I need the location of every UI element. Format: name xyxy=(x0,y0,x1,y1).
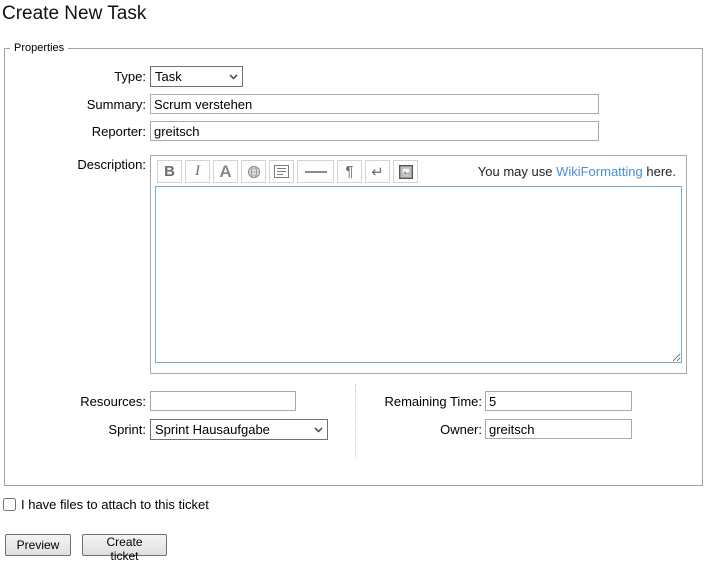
attach-files-checkbox[interactable] xyxy=(3,498,16,511)
sprint-row: Sprint: Sprint Hausaufgabe xyxy=(5,419,355,440)
reporter-row: Reporter: xyxy=(5,121,702,141)
wikiformatting-link[interactable]: WikiFormatting xyxy=(556,164,643,179)
type-label: Type: xyxy=(5,69,146,84)
wiki-hint: You may use WikiFormatting here. xyxy=(478,164,680,179)
properties-columns: Resources: Sprint: Sprint Hausaufgabe Re… xyxy=(5,384,702,458)
sprint-select[interactable]: Sprint Hausaufgabe xyxy=(150,419,328,440)
line-break-button[interactable]: ↵ xyxy=(365,160,390,183)
sprint-select-value: Sprint Hausaufgabe xyxy=(155,422,310,437)
properties-fieldset: Properties Type: Task Summary: Reporter:… xyxy=(4,42,703,486)
description-row: Description: B I A xyxy=(5,155,702,374)
owner-label: Owner: xyxy=(356,422,482,437)
reporter-input[interactable] xyxy=(150,121,599,141)
wiki-hint-suffix: here. xyxy=(643,164,676,179)
link-globe-icon xyxy=(247,165,261,179)
create-ticket-button[interactable]: Create ticket xyxy=(82,534,167,556)
image-icon xyxy=(399,165,413,179)
summary-input[interactable] xyxy=(150,94,599,114)
properties-legend: Properties xyxy=(10,42,68,54)
remaining-time-label: Remaining Time: xyxy=(356,394,482,409)
properties-column-left: Resources: Sprint: Sprint Hausaufgabe xyxy=(5,384,356,458)
preview-button[interactable]: Preview xyxy=(5,534,71,556)
text-block-button[interactable] xyxy=(269,160,294,183)
chevron-down-icon xyxy=(314,427,323,433)
attach-files-label: I have files to attach to this ticket xyxy=(21,497,209,512)
paragraph-button[interactable]: ¶ xyxy=(337,160,362,183)
bold-icon: B xyxy=(164,163,175,180)
bold-button[interactable]: B xyxy=(157,160,182,183)
description-textarea[interactable] xyxy=(155,186,682,363)
wiki-hint-prefix: You may use xyxy=(478,164,556,179)
sprint-label: Sprint: xyxy=(5,422,146,437)
font-size-button[interactable]: A xyxy=(213,160,238,183)
summary-row: Summary: xyxy=(5,94,702,114)
page-title: Create New Task xyxy=(2,3,708,25)
attachment-row: I have files to attach to this ticket xyxy=(3,497,708,512)
type-select-value: Task xyxy=(155,69,225,84)
editor-toolbar: B I A xyxy=(155,159,682,186)
type-row: Type: Task xyxy=(5,66,702,87)
line-break-icon: ↵ xyxy=(371,163,384,181)
description-editor: B I A xyxy=(150,155,687,374)
resources-label: Resources: xyxy=(5,394,146,409)
font-size-icon: A xyxy=(219,162,231,182)
resources-input[interactable] xyxy=(150,391,296,411)
owner-row: Owner: xyxy=(356,419,702,439)
summary-label: Summary: xyxy=(5,97,146,112)
pilcrow-icon: ¶ xyxy=(345,163,353,180)
remaining-time-input[interactable] xyxy=(485,391,632,411)
italic-button[interactable]: I xyxy=(185,160,210,183)
image-button[interactable] xyxy=(393,160,418,183)
type-select[interactable]: Task xyxy=(150,66,243,87)
chevron-down-icon xyxy=(229,74,238,80)
horizontal-rule-button[interactable] xyxy=(297,160,334,183)
text-block-icon xyxy=(274,165,289,178)
owner-input[interactable] xyxy=(485,419,632,439)
italic-icon: I xyxy=(195,163,200,180)
remaining-time-row: Remaining Time: xyxy=(356,391,702,411)
reporter-label: Reporter: xyxy=(5,124,146,139)
resources-row: Resources: xyxy=(5,391,355,411)
horizontal-rule-icon xyxy=(305,171,327,173)
properties-column-right: Remaining Time: Owner: xyxy=(356,384,702,458)
description-label: Description: xyxy=(5,155,146,172)
form-actions: Preview Create ticket xyxy=(5,534,708,556)
link-button[interactable] xyxy=(241,160,266,183)
